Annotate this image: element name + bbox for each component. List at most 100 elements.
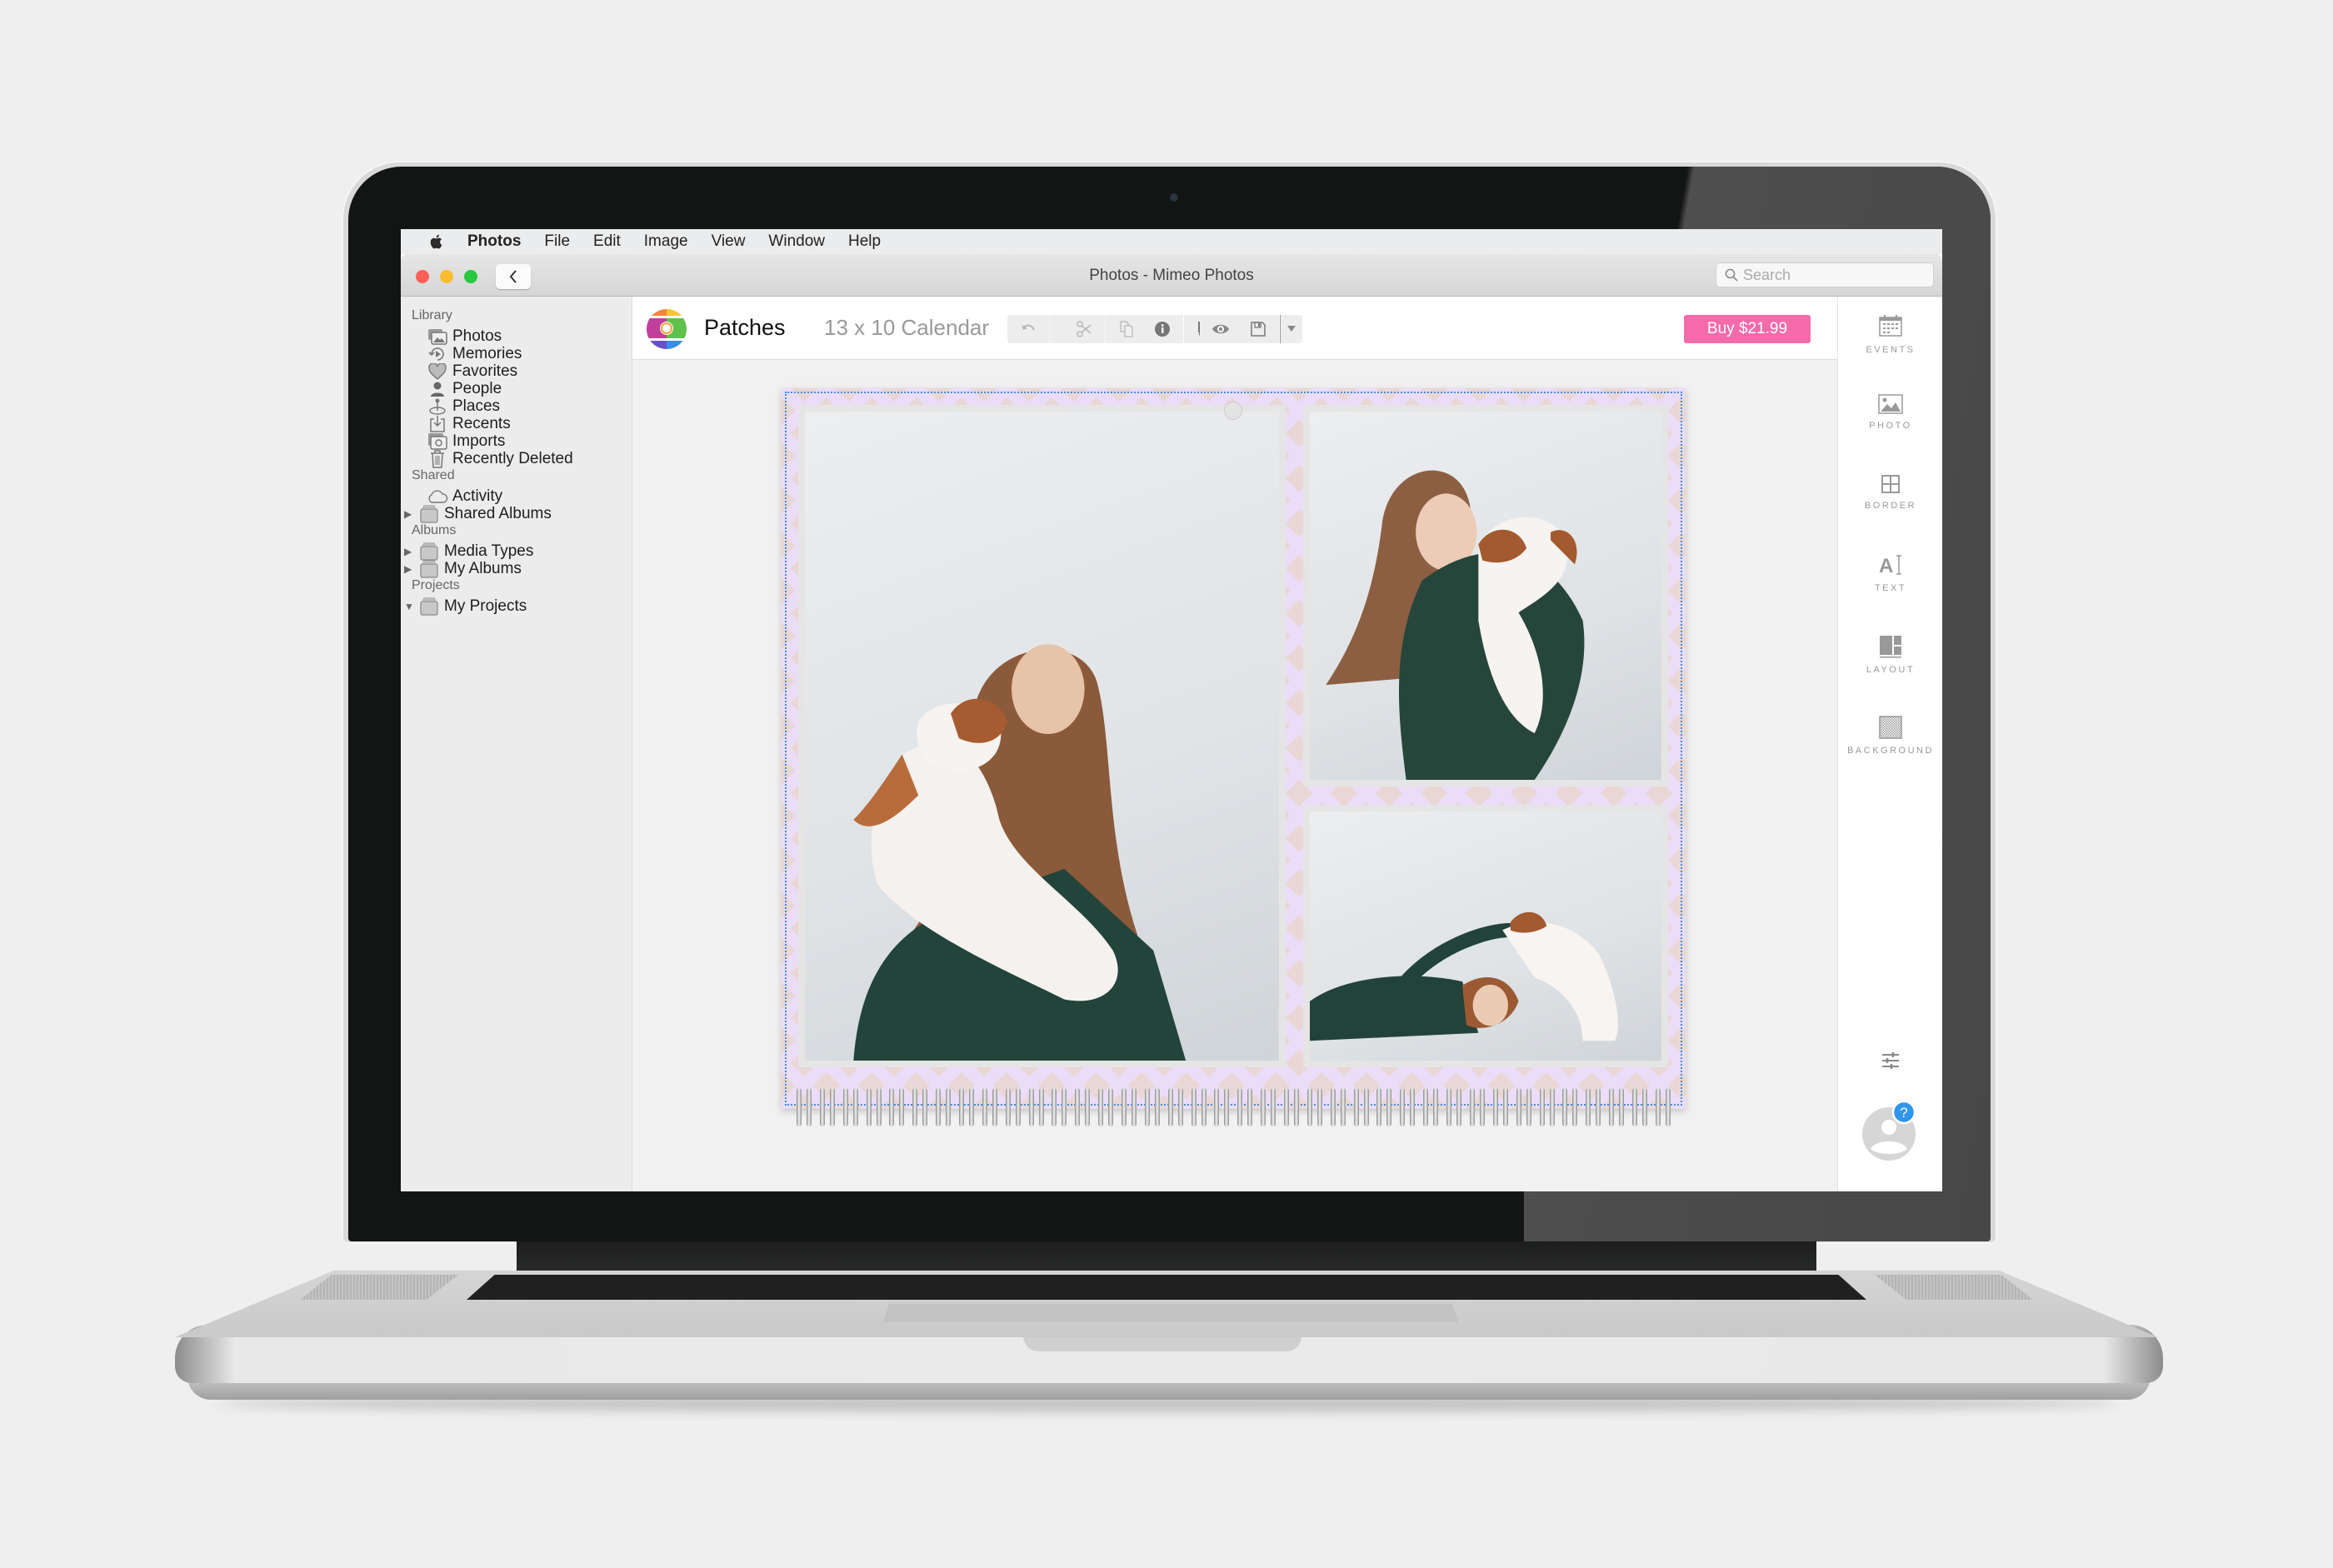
tools-panel: EVENTS PHOTO BORDER A TEXT LAYOUT BACKGR…: [1837, 297, 1942, 1191]
project-product: 13 x 10 Calendar: [824, 315, 990, 340]
disclosure-collapsed-icon[interactable]: ▶: [404, 546, 417, 557]
section-shared: Shared: [412, 468, 455, 482]
apple-icon[interactable]: [427, 232, 446, 251]
spiral-ring: [1376, 1088, 1392, 1126]
spiral-ring: [1237, 1088, 1253, 1126]
project-name: Patches: [704, 315, 786, 340]
sidebar-item-my-projects[interactable]: ▼ My Projects: [404, 594, 527, 619]
menu-app-name[interactable]: Photos: [467, 232, 521, 251]
help-account-button[interactable]: ?: [1838, 1099, 1942, 1162]
save-group: [1237, 315, 1302, 343]
spiral-ring: [1631, 1088, 1647, 1126]
sliders-icon: [1882, 1052, 1899, 1069]
tool-text[interactable]: A TEXT: [1838, 553, 1942, 593]
menu-view[interactable]: View: [712, 232, 746, 251]
cut-icon: [1077, 321, 1092, 337]
spiral-ring: [1284, 1088, 1300, 1126]
save-button[interactable]: [1237, 315, 1280, 343]
disclosure-collapsed-icon[interactable]: ▶: [404, 508, 417, 520]
tool-events[interactable]: EVENTS: [1838, 313, 1942, 355]
spiral-ring: [912, 1088, 928, 1126]
calendar-icon: [1879, 315, 1902, 337]
menu-help[interactable]: Help: [848, 232, 881, 251]
spiral-ring: [1144, 1088, 1160, 1126]
spiral-ring: [1306, 1088, 1322, 1126]
undo-button[interactable]: [1007, 315, 1050, 343]
spiral-ring: [1098, 1088, 1114, 1126]
section-library: Library: [412, 308, 452, 322]
save-menu-button[interactable]: [1280, 315, 1302, 343]
section-albums: Albums: [412, 523, 457, 537]
tool-layout[interactable]: LAYOUT: [1838, 635, 1942, 675]
project-header: Patches 13 x 10 Calendar Buy $21.99: [632, 297, 1837, 360]
menu-image[interactable]: Image: [644, 232, 688, 251]
album-stack-icon: [417, 559, 441, 579]
border-grid-icon: [1881, 475, 1900, 493]
menu-bar: Photos File Edit Image View Window Help: [401, 229, 1942, 254]
title-bar: Photos - Mimeo Photos Search: [401, 254, 1942, 297]
spiral-ring: [1469, 1088, 1485, 1126]
search-placeholder: Search: [1743, 266, 1791, 283]
album-stack-icon: [417, 504, 441, 524]
cut-button[interactable]: [1063, 315, 1106, 343]
spiral-ring: [1191, 1088, 1206, 1126]
page-drag-handle[interactable]: [1224, 402, 1242, 420]
preview-group: [1200, 315, 1241, 343]
spiral-ring: [1586, 1088, 1601, 1126]
editor-area: Patches 13 x 10 Calendar Buy $21.99: [632, 297, 1837, 1191]
photo-slot-bottom-right[interactable]: [1303, 805, 1668, 1067]
disclosure-collapsed-icon[interactable]: ▶: [404, 563, 417, 575]
spiral-ring: [982, 1088, 997, 1126]
tool-background[interactable]: BACKGROUND: [1838, 716, 1942, 756]
spiral-ring: [1423, 1088, 1439, 1126]
spiral-ring: [1075, 1088, 1091, 1126]
calendar-page[interactable]: [782, 388, 1686, 1109]
save-menu-caret-icon: [1287, 326, 1296, 332]
menu-file[interactable]: File: [544, 232, 570, 251]
preview-button[interactable]: [1200, 315, 1241, 343]
spiral-ring: [1214, 1088, 1230, 1126]
menu-edit[interactable]: Edit: [593, 232, 621, 251]
spiral-ring: [1353, 1088, 1369, 1126]
background-pattern-icon: [1879, 716, 1902, 739]
save-icon: [1251, 322, 1266, 337]
photo-slot-large[interactable]: [798, 405, 1286, 1067]
spiral-ring: [1028, 1088, 1044, 1126]
spiral-ring: [889, 1088, 905, 1126]
webcam: [1170, 193, 1178, 202]
spiral-ring: [1261, 1088, 1276, 1126]
spiral-ring: [1539, 1088, 1555, 1126]
spiral-ring: [959, 1088, 975, 1126]
preview-eye-icon: [1212, 324, 1229, 334]
photo-slot-top-right[interactable]: [1303, 405, 1668, 786]
spiral-ring: [866, 1088, 882, 1126]
disclosure-expanded-icon[interactable]: ▼: [404, 601, 417, 612]
spiral-ring: [1492, 1088, 1508, 1126]
menu-window[interactable]: Window: [768, 232, 825, 251]
spiral-ring: [1400, 1088, 1416, 1126]
spiral-ring: [797, 1088, 812, 1126]
laptop-hinge: [517, 1241, 1816, 1275]
spiral-ring: [842, 1088, 858, 1126]
image-icon: [1878, 394, 1903, 414]
tool-photo[interactable]: PHOTO: [1838, 394, 1942, 431]
photo-woman-kissed-by-dog: [805, 412, 1279, 1061]
spiral-ring: [1330, 1088, 1346, 1126]
keyboard: [467, 1275, 1866, 1300]
mimeo-logo-icon: [647, 309, 687, 349]
copy-icon: [1120, 321, 1133, 337]
window-title: Photos - Mimeo Photos: [1089, 267, 1254, 284]
spiral-ring: [1052, 1088, 1067, 1126]
info-button[interactable]: [1142, 315, 1184, 343]
spiral-ring: [936, 1088, 952, 1126]
spiral-ring: [819, 1088, 835, 1126]
spiral-ring: [1122, 1088, 1137, 1126]
spiral-ring: [1167, 1088, 1183, 1126]
spiral-ring: [1516, 1088, 1531, 1126]
text-cursor-icon: A: [1879, 555, 1901, 577]
tool-border[interactable]: BORDER: [1838, 474, 1942, 511]
settings-sliders-button[interactable]: [1838, 1051, 1942, 1070]
buy-button[interactable]: Buy $21.99: [1684, 315, 1811, 343]
search-field[interactable]: Search: [1716, 262, 1934, 287]
spiral-ring: [1446, 1088, 1462, 1126]
